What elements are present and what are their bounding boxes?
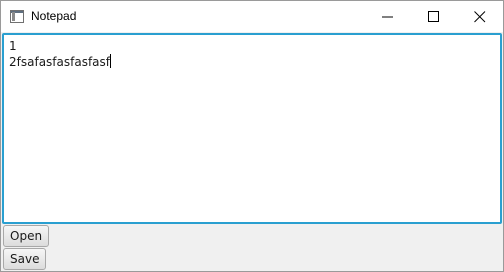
- editor-line: 1: [9, 39, 17, 53]
- notepad-app-icon: [10, 10, 24, 23]
- text-editor[interactable]: 1 2fsafasfasfasfasf: [2, 33, 502, 224]
- close-icon: [474, 11, 486, 23]
- editor-line: 2fsafasfasfasfasf: [9, 55, 111, 69]
- text-caret: [110, 54, 112, 68]
- close-button[interactable]: [457, 1, 503, 32]
- title-bar[interactable]: Notepad: [1, 1, 503, 32]
- minimize-icon: [382, 16, 393, 18]
- notepad-window: Notepad 1 2fsafasfasfasfasf Open Save: [0, 0, 504, 272]
- editor-content[interactable]: 1 2fsafasfasfasfasf: [9, 38, 498, 220]
- minimize-button[interactable]: [365, 1, 411, 32]
- save-button[interactable]: Save: [3, 248, 47, 270]
- window-title: Notepad: [31, 9, 77, 23]
- open-button[interactable]: Open: [3, 225, 50, 247]
- maximize-icon: [428, 11, 439, 22]
- maximize-button[interactable]: [411, 1, 457, 32]
